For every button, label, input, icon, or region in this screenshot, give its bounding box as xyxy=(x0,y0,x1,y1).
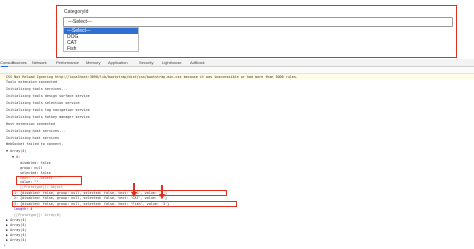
tab-network[interactable]: Network xyxy=(32,60,47,65)
tab-application[interactable]: Application xyxy=(108,60,128,65)
array-prototype: [[Prototype]]: Array(0) xyxy=(14,213,61,217)
console-line: Initializing host services xyxy=(6,136,60,140)
console-line: Initializing tools services... xyxy=(6,87,68,91)
array-header-text: Array(4) xyxy=(10,149,27,153)
tab-memory[interactable]: Memory xyxy=(86,60,100,65)
console-line: WebSocket failed to connect. xyxy=(6,142,64,146)
category-select[interactable]: ---Select--- xyxy=(63,17,453,27)
category-dropdown-list[interactable]: ---Select--- DOG CAT Fish xyxy=(63,27,139,52)
console-line: Initializing tools selection service xyxy=(6,101,80,105)
array-length: length: 4 xyxy=(14,207,33,211)
prop-disabled: disabled: false xyxy=(20,161,51,165)
array-item-0[interactable]: ▼ 0: xyxy=(12,155,20,159)
console-prompt-icon[interactable]: › xyxy=(3,243,6,249)
console-line: Host extension connected xyxy=(6,122,55,126)
prop-selected: selected: false xyxy=(20,171,51,175)
array-item-3[interactable]: 3: {disabled: false, group: null, select… xyxy=(14,202,169,206)
console-line: CSS Not Reload Ignoring http://localhost… xyxy=(6,74,298,79)
console-line: Initializing host services... xyxy=(6,129,66,133)
array-collapsed-text: Array(4) xyxy=(10,218,27,222)
array-collapsed-text: Array(4) xyxy=(10,223,27,227)
tab-lighthouse[interactable]: Lighthouse xyxy=(162,60,182,65)
console-line: Tools extension connected xyxy=(6,80,58,84)
item-index: 0: xyxy=(16,155,21,159)
array-collapsed[interactable]: ▶ Array(4) xyxy=(6,223,26,227)
array-collapsed[interactable]: ▶ Array(4) xyxy=(6,228,26,232)
dropdown-option[interactable]: Fish xyxy=(64,46,138,52)
annotation-arrow-head xyxy=(159,194,165,199)
array-collapsed-text: Array(4) xyxy=(10,238,27,242)
active-tab-indicator xyxy=(1,66,8,67)
array-collapsed[interactable]: ▶ Array(4) xyxy=(6,238,26,242)
array-collapsed[interactable]: ▶ Array(4) xyxy=(6,218,26,222)
array-item-1[interactable]: 1: {disabled: false, group: null, select… xyxy=(14,191,167,195)
prop-prototype: [[Prototype]]: Object xyxy=(20,185,63,189)
devtools-tab-bar: Console Sources Network Performance Memo… xyxy=(0,59,474,67)
console-line: Initializing tools design surface servic… xyxy=(6,94,90,98)
array-collapsed-text: Array(4) xyxy=(10,228,27,232)
tab-performance[interactable]: Performance xyxy=(56,60,79,65)
array-collapsed-text: Array(4) xyxy=(10,233,27,237)
prop-value: value: "" xyxy=(20,180,39,184)
tab-security[interactable]: Security xyxy=(139,60,153,65)
array-item-2[interactable]: 2: {disabled: false, group: null, select… xyxy=(14,196,167,200)
array-header[interactable]: ▼ Array(4) xyxy=(6,149,26,153)
console-line: Initializing tools hotkey manager servic… xyxy=(6,115,90,119)
array-collapsed[interactable]: ▶ Array(4) xyxy=(6,233,26,237)
category-label: CategoryId xyxy=(64,9,89,15)
console-line: Initializing tools tag navigation servic… xyxy=(6,108,90,112)
annotation-arrow-head xyxy=(131,192,137,197)
tab-sources[interactable]: Sources xyxy=(12,60,27,65)
tab-adblock[interactable]: AdBlock xyxy=(190,60,205,65)
prop-group: group: null xyxy=(20,166,43,170)
